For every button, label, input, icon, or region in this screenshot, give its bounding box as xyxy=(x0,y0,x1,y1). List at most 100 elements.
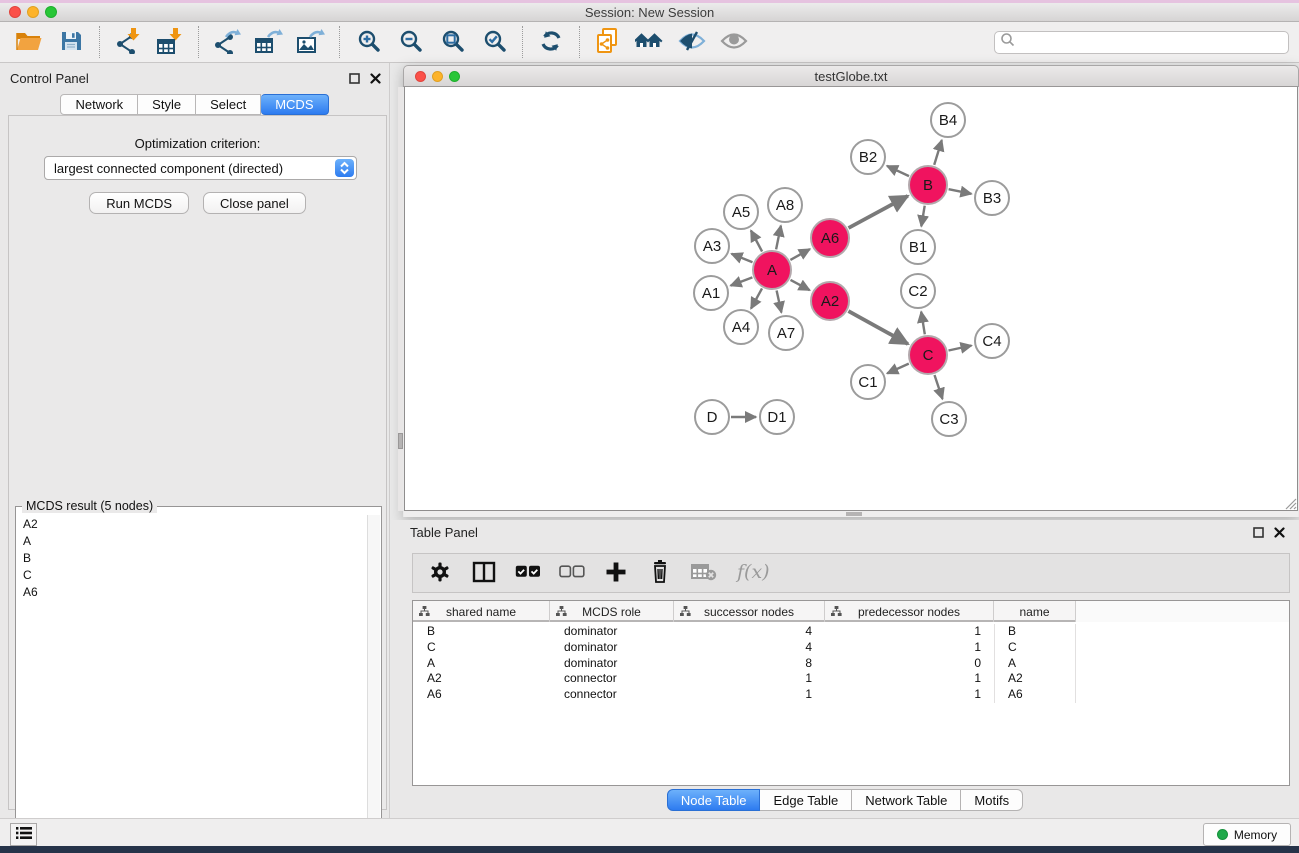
vertical-scroll-thumb[interactable] xyxy=(398,433,403,449)
tab-network[interactable]: Network xyxy=(60,94,138,115)
cell-name[interactable]: B xyxy=(994,624,1076,640)
tab-mcds[interactable]: MCDS xyxy=(261,94,328,115)
graph-node-A6[interactable]: A6 xyxy=(810,218,850,258)
graph-node-A1[interactable]: A1 xyxy=(693,275,729,311)
cell-shared-name[interactable]: A xyxy=(413,656,550,672)
cell-predecessor-nodes[interactable]: 1 xyxy=(825,687,994,703)
graph-node-D[interactable]: D xyxy=(694,399,730,435)
result-item[interactable]: A2 xyxy=(17,515,369,532)
export-image-button[interactable] xyxy=(290,24,332,60)
cell-MCDS-role[interactable]: dominator xyxy=(550,656,674,672)
horizontal-scroll-thumb[interactable] xyxy=(846,512,862,516)
home-button[interactable] xyxy=(629,24,671,60)
graph-node-A3[interactable]: A3 xyxy=(694,228,730,264)
graph-node-C[interactable]: C xyxy=(908,335,948,375)
result-item[interactable]: A6 xyxy=(17,583,369,600)
cell-shared-name[interactable]: A6 xyxy=(413,687,550,703)
graph-node-A7[interactable]: A7 xyxy=(768,315,804,351)
cell-successor-nodes[interactable]: 8 xyxy=(674,656,825,672)
table-row-A[interactable]: Adominator80A xyxy=(413,656,1289,672)
network-vertical-scrollbar[interactable] xyxy=(398,87,403,511)
zoom-selected-button[interactable] xyxy=(473,24,515,60)
close-panel-button[interactable]: Close panel xyxy=(203,192,306,214)
node-table[interactable]: shared nameMCDS rolesuccessor nodesprede… xyxy=(412,600,1290,786)
graph-node-C1[interactable]: C1 xyxy=(850,364,886,400)
column-header-successor-nodes[interactable]: successor nodes xyxy=(674,601,825,622)
graph-node-C3[interactable]: C3 xyxy=(931,401,967,437)
graph-node-C4[interactable]: C4 xyxy=(974,323,1010,359)
task-history-button[interactable] xyxy=(10,823,37,846)
result-item[interactable]: C xyxy=(17,566,369,583)
cell-name[interactable]: A2 xyxy=(994,671,1076,687)
search-input[interactable] xyxy=(1016,34,1288,52)
cell-name[interactable]: C xyxy=(994,640,1076,656)
zoom-out-button[interactable] xyxy=(389,24,431,60)
zoom-fit-button[interactable] xyxy=(431,24,473,60)
cell-predecessor-nodes[interactable]: 1 xyxy=(825,671,994,687)
table-row-A2[interactable]: A2connector11A2 xyxy=(413,671,1289,687)
column-header-shared-name[interactable]: shared name xyxy=(413,601,550,622)
graph-node-C2[interactable]: C2 xyxy=(900,273,936,309)
float-panel-icon[interactable] xyxy=(349,71,360,89)
cell-successor-nodes[interactable]: 1 xyxy=(674,687,825,703)
add-column-button[interactable] xyxy=(601,558,631,588)
delete-column-button[interactable] xyxy=(645,558,675,588)
close-panel-icon[interactable] xyxy=(370,71,381,89)
export-table-button[interactable] xyxy=(248,24,290,60)
graph-node-A8[interactable]: A8 xyxy=(767,187,803,223)
resize-grip-icon[interactable] xyxy=(1284,497,1297,510)
deselect-all-button[interactable] xyxy=(557,558,587,588)
import-network-button[interactable] xyxy=(107,24,149,60)
delete-table-button[interactable] xyxy=(689,558,719,588)
cell-MCDS-role[interactable]: connector xyxy=(550,671,674,687)
tab-style[interactable]: Style xyxy=(138,94,196,115)
criterion-select[interactable]: largest connected component (directed) xyxy=(44,156,357,180)
network-window-titlebar[interactable]: testGlobe.txt xyxy=(403,65,1299,87)
split-view-button[interactable] xyxy=(469,558,499,588)
graph-node-A5[interactable]: A5 xyxy=(723,194,759,230)
result-item[interactable]: B xyxy=(17,549,369,566)
close-table-panel-icon[interactable] xyxy=(1274,525,1285,543)
cell-MCDS-role[interactable]: dominator xyxy=(550,624,674,640)
result-scrollbar[interactable] xyxy=(367,515,380,851)
cell-shared-name[interactable]: A2 xyxy=(413,671,550,687)
graph-node-A2[interactable]: A2 xyxy=(810,281,850,321)
cell-MCDS-role[interactable]: connector xyxy=(550,687,674,703)
cell-shared-name[interactable]: C xyxy=(413,640,550,656)
table-row-C[interactable]: Cdominator41C xyxy=(413,640,1289,656)
cell-predecessor-nodes[interactable]: 1 xyxy=(825,640,994,656)
cell-name[interactable]: A6 xyxy=(994,687,1076,703)
graph-node-B3[interactable]: B3 xyxy=(974,180,1010,216)
duplicate-network-button[interactable] xyxy=(587,24,629,60)
cell-successor-nodes[interactable]: 1 xyxy=(674,671,825,687)
cell-MCDS-role[interactable]: dominator xyxy=(550,640,674,656)
settings-button[interactable] xyxy=(425,558,455,588)
cell-predecessor-nodes[interactable]: 0 xyxy=(825,656,994,672)
graph-node-D1[interactable]: D1 xyxy=(759,399,795,435)
tab-edge-table[interactable]: Edge Table xyxy=(760,789,852,811)
cell-shared-name[interactable]: B xyxy=(413,624,550,640)
graph-node-A[interactable]: A xyxy=(752,250,792,290)
tab-select[interactable]: Select xyxy=(196,94,261,115)
tab-network-table[interactable]: Network Table xyxy=(852,789,961,811)
run-mcds-button[interactable]: Run MCDS xyxy=(89,192,189,214)
export-network-button[interactable] xyxy=(206,24,248,60)
refresh-button[interactable] xyxy=(530,24,572,60)
table-row-B[interactable]: Bdominator41B xyxy=(413,624,1289,640)
graph-node-B4[interactable]: B4 xyxy=(930,102,966,138)
cell-successor-nodes[interactable]: 4 xyxy=(674,624,825,640)
zoom-in-button[interactable] xyxy=(347,24,389,60)
graph-node-A4[interactable]: A4 xyxy=(723,309,759,345)
column-header-predecessor-nodes[interactable]: predecessor nodes xyxy=(825,601,994,622)
function-button[interactable]: f(x) xyxy=(733,558,777,588)
graph-node-B1[interactable]: B1 xyxy=(900,229,936,265)
network-canvas[interactable]: B4B2BB3A8A5A6A3B1AA1C2A2A4A7C4CC1C3DD1 xyxy=(404,87,1298,511)
tab-node-table[interactable]: Node Table xyxy=(667,789,761,811)
show-all-button[interactable] xyxy=(713,24,755,60)
column-header-MCDS-role[interactable]: MCDS role xyxy=(550,601,674,622)
graph-node-B2[interactable]: B2 xyxy=(850,139,886,175)
memory-button[interactable]: Memory xyxy=(1203,823,1291,846)
table-row-A6[interactable]: A6connector11A6 xyxy=(413,687,1289,703)
hide-selected-button[interactable] xyxy=(671,24,713,60)
cell-successor-nodes[interactable]: 4 xyxy=(674,640,825,656)
